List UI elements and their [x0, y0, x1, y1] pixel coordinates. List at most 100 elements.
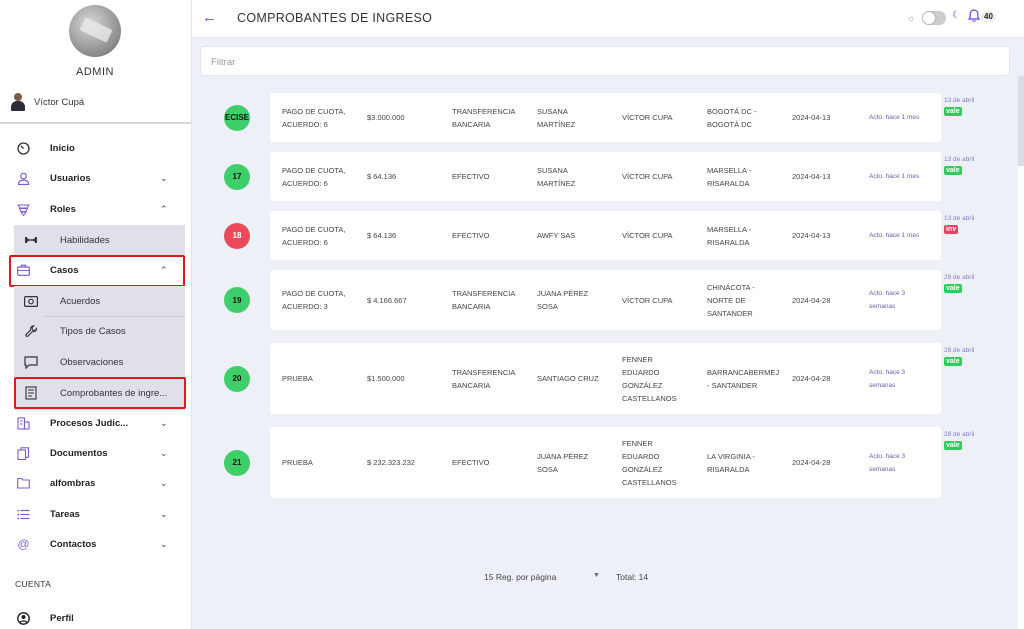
- record-concept-line: PAGO DE CUOTA,: [282, 106, 346, 116]
- caret-down-icon[interactable]: ▼: [593, 572, 600, 579]
- record-receiver-line: FENNER: [622, 354, 653, 364]
- money-icon: [24, 294, 38, 308]
- record-receiver: VÍCTOR CUPA: [622, 229, 673, 242]
- documents-icon: [17, 446, 30, 460]
- sidebar-item-documentos[interactable]: Documentos ⌄: [0, 440, 190, 466]
- record-concept-line: PAGO DE CUOTA,: [282, 224, 346, 234]
- sidebar-item-inicio[interactable]: Inicio: [0, 135, 190, 161]
- record-payer: SUSANA MARTÍNEZ: [537, 164, 575, 190]
- folder-icon: [17, 477, 30, 490]
- highlight-box-casos: [9, 255, 185, 287]
- filter-input[interactable]: Filtrar: [200, 46, 1010, 76]
- bell-icon[interactable]: [967, 9, 982, 23]
- chevron-down-icon: ⌄: [160, 477, 168, 488]
- record-receiver-line: VÍCTOR CUPA: [622, 231, 673, 240]
- sidebar-subitem-observaciones[interactable]: Observaciones: [14, 347, 185, 377]
- record-date: 2024-04-28: [792, 295, 831, 305]
- record-side-date: 13 de abril: [944, 215, 975, 222]
- record-status-tag: vale: [944, 284, 962, 293]
- record-payer-line: SOSA: [537, 464, 558, 474]
- record-amount: $ 64.136: [367, 231, 397, 240]
- record-date: 2024-04-28: [792, 374, 831, 383]
- sidebar-item-usuarios[interactable]: Usuarios ⌄: [0, 165, 190, 191]
- record-receiver: FENNER EDUARDO GONZÁLEZ CASTELLANOS: [622, 353, 677, 405]
- record-payment-method-line: BANCARIA: [452, 302, 491, 311]
- record-id-badge[interactable]: 21: [224, 449, 250, 476]
- record-concept-line: PAGO DE CUOTA,: [282, 289, 346, 298]
- record-payer-line: AWFY SAS: [537, 231, 576, 240]
- sidebar-item-alfombras[interactable]: alfombras ⌄: [0, 470, 190, 496]
- record-concept: PRUEBA: [282, 372, 313, 385]
- record-payment-method-line: EFECTIVO: [452, 231, 490, 240]
- record-payer-line: JUANA PÉREZ: [537, 451, 589, 461]
- back-arrow-icon[interactable]: ←: [202, 9, 217, 26]
- record-receiver-line: VÍCTOR CUPA: [622, 295, 673, 305]
- sidebar-item-tareas[interactable]: Tareas ⌄: [0, 501, 190, 527]
- sidebar-item-label: Tareas: [50, 508, 80, 520]
- sidebar-subitem-acuerdos[interactable]: Acuerdos: [14, 286, 185, 316]
- admin-avatar[interactable]: [69, 5, 121, 57]
- sidebar-item-perfil[interactable]: Perfil: [0, 605, 190, 629]
- record-location: MARSELLA - RISARALDA: [707, 164, 751, 190]
- sidebar-item-label: Usuarios: [50, 172, 91, 184]
- building-icon: [17, 416, 30, 430]
- record-card[interactable]: PAGO DE CUOTA, ACUERDO: 6 $ 64.136 EFECTIVO…: [270, 211, 941, 260]
- sidebar-item-roles[interactable]: Roles ⌃: [0, 196, 190, 222]
- record-card[interactable]: PAGO DE CUOTA, ACUERDO: 3 $ 4.166.667 TRANS…: [270, 270, 941, 330]
- record-location: MARSELLA - RISARALDA: [707, 223, 751, 249]
- record-location-line: BARRANCABERMEJ: [707, 367, 780, 377]
- moon-icon: ☾: [952, 10, 961, 21]
- theme-toggle[interactable]: [922, 11, 946, 25]
- sidebar-item-label: Documentos: [50, 447, 108, 459]
- record-payment-method-line: EFECTIVO: [452, 172, 490, 181]
- record-receiver-line: VÍCTOR CUPA: [622, 172, 673, 181]
- record-payer: AWFY SAS: [537, 229, 575, 242]
- record-id-badge[interactable]: 18: [224, 222, 250, 249]
- record-updated: Acto. hace 3 semanas: [869, 366, 905, 392]
- user-icon: [17, 172, 30, 185]
- chat-icon: [24, 355, 38, 369]
- current-user[interactable]: Víctor Cupá: [10, 93, 84, 111]
- record-concept-line: ACUERDO: 3: [282, 302, 328, 311]
- record-updated: Acto. hace 3 semanas: [869, 287, 905, 313]
- record-status-tag: vale: [944, 357, 962, 366]
- record-payer-line: SUSANA: [537, 106, 568, 116]
- record-payment-method-line: EFECTIVO: [452, 458, 490, 467]
- record-status-tag: vale: [944, 166, 962, 175]
- record-concept-line: PRUEBA: [282, 458, 313, 467]
- record-updated: Acto. hace 1 mes: [869, 170, 919, 183]
- record-side-date: 28 de abril: [944, 347, 975, 354]
- record-id-badge[interactable]: 17: [224, 163, 250, 190]
- per-page-select[interactable]: 15 Reg. por página: [484, 572, 556, 582]
- record-payment-method-line: TRANSFERENCIA: [452, 106, 516, 116]
- sidebar-item-label: Roles: [50, 203, 76, 215]
- shield-icon: [17, 203, 30, 216]
- sidebar-subitem-label: Habilidades: [60, 234, 110, 246]
- record-id-badge[interactable]: ECISE: [224, 104, 250, 131]
- record-card[interactable]: PRUEBA $1.500.000 TRANSFERENCIA BANCARIA SAN…: [270, 343, 941, 414]
- record-payment-method: TRANSFERENCIA BANCARIA: [452, 105, 515, 131]
- record-id-badge[interactable]: 20: [224, 365, 250, 392]
- record-concept-line: ACUERDO: 6: [282, 237, 328, 247]
- record-amount: $ 64.136: [367, 172, 397, 181]
- record-receiver-line: EDUARDO: [622, 367, 660, 377]
- sidebar-item-procesos-judiciales[interactable]: Procesos Judic... ⌄: [0, 410, 190, 436]
- sidebar-item-label: Procesos Judic...: [50, 417, 129, 429]
- sidebar-item-label: Inicio: [50, 142, 75, 154]
- scrollbar-thumb[interactable]: [1018, 76, 1024, 166]
- sidebar-subitem-habilidades[interactable]: Habilidades: [14, 225, 185, 255]
- total-count: Total: 14: [616, 572, 649, 582]
- record-updated-line: Acto. hace 3: [869, 368, 906, 376]
- sidebar-item-contactos[interactable]: @ Contactos ⌄: [0, 531, 190, 557]
- record-concept-line: PRUEBA: [282, 374, 313, 383]
- chevron-up-icon: ⌃: [160, 203, 168, 214]
- record-updated-line: Acto. hace 3: [869, 452, 906, 460]
- record-card[interactable]: PAGO DE CUOTA, ACUERDO: 6 $ 64.136 EFECTIVO…: [270, 152, 941, 201]
- record-payment-method: TRANSFERENCIA BANCARIA: [452, 366, 515, 392]
- record-id-badge[interactable]: 19: [224, 287, 250, 313]
- record-location-line: SANTANDER: [707, 308, 753, 318]
- record-payment-method-line: TRANSFERENCIA: [452, 367, 516, 377]
- record-card[interactable]: PAGO DE CUOTA, ACUERDO: 6 $3.000.000 TRANSF…: [270, 93, 941, 142]
- sidebar-subitem-tipos-de-casos[interactable]: Tipos de Casos: [14, 316, 185, 346]
- record-card[interactable]: PRUEBA $ 232.323.232 EFECTIVO JUANA PÉREZ SO…: [270, 427, 941, 498]
